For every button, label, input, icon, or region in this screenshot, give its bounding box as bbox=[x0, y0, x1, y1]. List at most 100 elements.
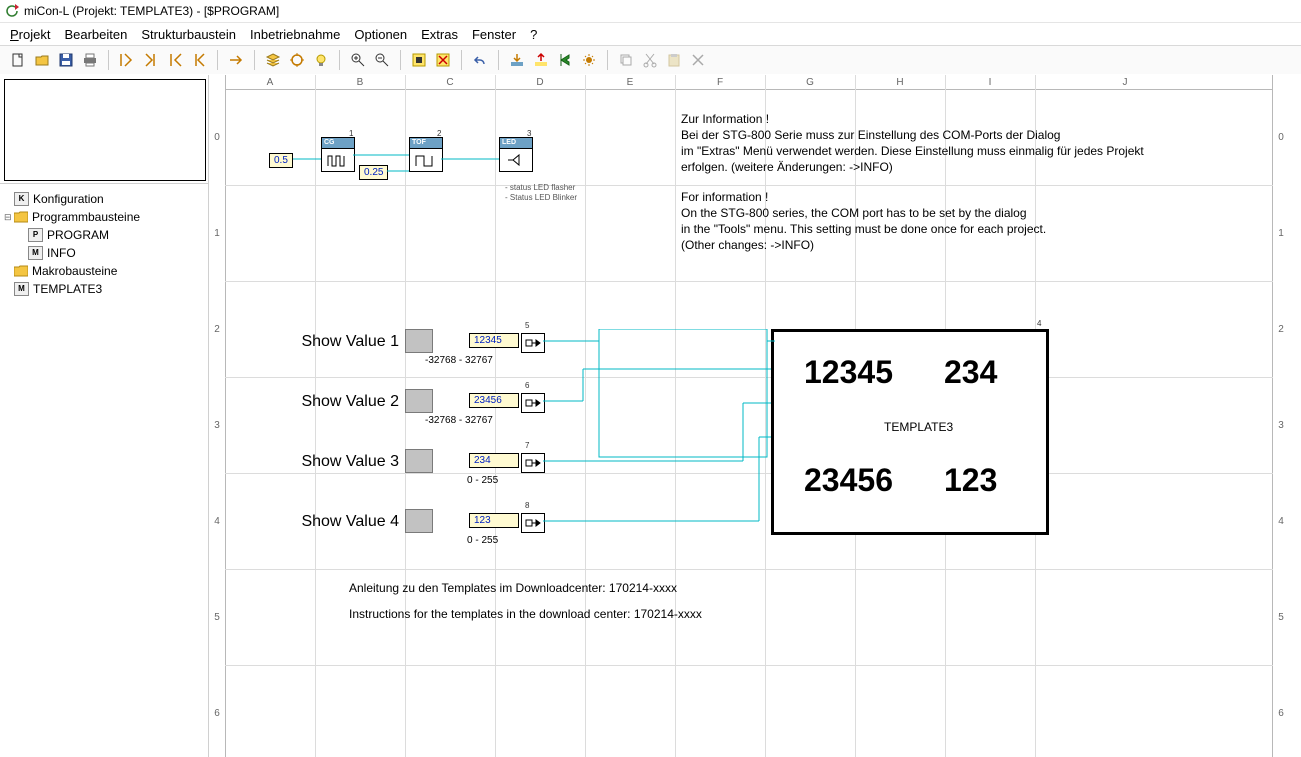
row-1: 1 bbox=[209, 185, 225, 281]
instructions-de: Anleitung zu den Templates im Downloadce… bbox=[349, 581, 677, 595]
titlebar: miCon-L (Projekt: TEMPLATE3) - [$PROGRAM… bbox=[0, 0, 1301, 23]
paste-icon[interactable] bbox=[663, 49, 685, 71]
run-icon[interactable] bbox=[554, 49, 576, 71]
left-sidebar: KKonfiguration ⊟Programmbausteine PPROGR… bbox=[0, 75, 209, 757]
goto-icon[interactable] bbox=[225, 49, 247, 71]
block-tof[interactable]: TOF bbox=[409, 137, 443, 172]
menu-projekt[interactable]: Projekt bbox=[10, 27, 50, 42]
cut-icon[interactable] bbox=[639, 49, 661, 71]
col-E: E bbox=[585, 75, 675, 89]
show-value-2-range: -32768 - 32767 bbox=[425, 415, 493, 426]
nav3-icon[interactable] bbox=[164, 49, 186, 71]
row-0: 0 bbox=[209, 89, 225, 185]
col-I: I bbox=[945, 75, 1035, 89]
show-value-3-input[interactable]: 234 bbox=[469, 453, 519, 468]
app-icon bbox=[4, 3, 20, 19]
show-value-4-out-icon bbox=[521, 513, 545, 533]
const-0-25[interactable]: 0.25 bbox=[359, 165, 388, 180]
tree-template3[interactable]: MTEMPLATE3 bbox=[4, 280, 204, 298]
row-4: 4 bbox=[209, 473, 225, 569]
window-title: miCon-L (Projekt: TEMPLATE3) - [$PROGRAM… bbox=[24, 4, 279, 18]
row-6: 6 bbox=[209, 665, 225, 757]
tree-program[interactable]: PPROGRAM bbox=[4, 226, 204, 244]
show-value-1-out-icon bbox=[521, 333, 545, 353]
display-val-1: 12345 bbox=[804, 354, 893, 391]
menu-strukturbaustein[interactable]: Strukturbaustein bbox=[141, 27, 236, 42]
project-tree[interactable]: KKonfiguration ⊟Programmbausteine PPROGR… bbox=[0, 184, 208, 757]
config-icon[interactable] bbox=[286, 49, 308, 71]
info-text: Zur Information ! Bei der STG-800 Serie … bbox=[681, 111, 1201, 253]
zoom-out-icon[interactable] bbox=[371, 49, 393, 71]
show-value-1-input[interactable]: 12345 bbox=[469, 333, 519, 348]
show-value-1-block[interactable] bbox=[405, 329, 433, 353]
debug-icon[interactable] bbox=[578, 49, 600, 71]
nav4-icon[interactable] bbox=[188, 49, 210, 71]
menubar: Projekt Bearbeiten Strukturbaustein Inbe… bbox=[0, 23, 1301, 45]
display-title: TEMPLATE3 bbox=[884, 420, 953, 434]
col-J: J bbox=[1035, 75, 1215, 89]
tree-konfiguration[interactable]: KKonfiguration bbox=[4, 190, 204, 208]
open-icon[interactable] bbox=[31, 49, 53, 71]
show-value-2-input[interactable]: 23456 bbox=[469, 393, 519, 408]
show-value-3-range: 0 - 255 bbox=[467, 475, 498, 486]
bulb-icon[interactable] bbox=[310, 49, 332, 71]
col-G: G bbox=[765, 75, 855, 89]
show-value-2-out-icon bbox=[521, 393, 545, 413]
undo-icon[interactable] bbox=[469, 49, 491, 71]
layers-icon[interactable] bbox=[262, 49, 284, 71]
print-icon[interactable] bbox=[79, 49, 101, 71]
toolbar bbox=[0, 45, 1301, 75]
tree-makrobausteine[interactable]: Makrobausteine bbox=[4, 262, 204, 280]
menu-optionen[interactable]: Optionen bbox=[354, 27, 407, 42]
nav1-icon[interactable] bbox=[116, 49, 138, 71]
zoom-in-icon[interactable] bbox=[347, 49, 369, 71]
row-3: 3 bbox=[209, 377, 225, 473]
show-value-3-block[interactable] bbox=[405, 449, 433, 473]
seg-display[interactable]: 12345 234 TEMPLATE3 23456 123 bbox=[771, 329, 1049, 535]
col-C: C bbox=[405, 75, 495, 89]
row-2: 2 bbox=[209, 281, 225, 377]
show-value-3-label: Show Value 3 bbox=[279, 453, 399, 471]
upload-icon[interactable] bbox=[530, 49, 552, 71]
diagram-canvas[interactable]: A B C D E F G H I J 0 1 2 bbox=[209, 75, 1289, 757]
menu-bearbeiten[interactable]: Bearbeiten bbox=[64, 27, 127, 42]
save-icon[interactable] bbox=[55, 49, 77, 71]
menu-fenster[interactable]: Fenster bbox=[472, 27, 516, 42]
col-H: H bbox=[855, 75, 945, 89]
instructions-en: Instructions for the templates in the do… bbox=[349, 607, 702, 621]
col-D: D bbox=[495, 75, 585, 89]
show-value-1-label: Show Value 1 bbox=[279, 333, 399, 351]
menu-extras[interactable]: Extras bbox=[421, 27, 458, 42]
show-value-4-block[interactable] bbox=[405, 509, 433, 533]
stop-icon[interactable] bbox=[432, 49, 454, 71]
new-icon[interactable] bbox=[7, 49, 29, 71]
block-cg[interactable]: CG bbox=[321, 137, 355, 172]
show-value-4-input[interactable]: 123 bbox=[469, 513, 519, 528]
show-value-4-range: 0 - 255 bbox=[467, 535, 498, 546]
show-value-2-block[interactable] bbox=[405, 389, 433, 413]
display-val-3: 23456 bbox=[804, 462, 893, 499]
const-0-5[interactable]: 0.5 bbox=[269, 153, 293, 168]
show-value-4-label: Show Value 4 bbox=[279, 513, 399, 531]
menu-inbetriebnahme[interactable]: Inbetriebnahme bbox=[250, 27, 340, 42]
overview-panel bbox=[0, 75, 208, 184]
copy-icon[interactable] bbox=[615, 49, 637, 71]
block-led[interactable]: LED bbox=[499, 137, 533, 172]
download-icon[interactable] bbox=[506, 49, 528, 71]
canvas-scroll[interactable]: A B C D E F G H I J 0 1 2 bbox=[209, 75, 1301, 757]
tree-info[interactable]: MINFO bbox=[4, 244, 204, 262]
display-val-4: 123 bbox=[944, 462, 997, 499]
tree-programmbausteine[interactable]: ⊟Programmbausteine bbox=[4, 208, 204, 226]
wires bbox=[543, 329, 775, 549]
show-value-1-range: -32768 - 32767 bbox=[425, 355, 493, 366]
display-val-2: 234 bbox=[944, 354, 997, 391]
col-F: F bbox=[675, 75, 765, 89]
show-value-2-label: Show Value 2 bbox=[279, 393, 399, 411]
menu-help[interactable]: ? bbox=[530, 27, 537, 42]
delete-icon[interactable] bbox=[687, 49, 709, 71]
compile-icon[interactable] bbox=[408, 49, 430, 71]
led-notes: - status LED flasher - Status LED Blinke… bbox=[505, 183, 577, 203]
col-B: B bbox=[315, 75, 405, 89]
nav2-icon[interactable] bbox=[140, 49, 162, 71]
show-value-3-out-icon bbox=[521, 453, 545, 473]
